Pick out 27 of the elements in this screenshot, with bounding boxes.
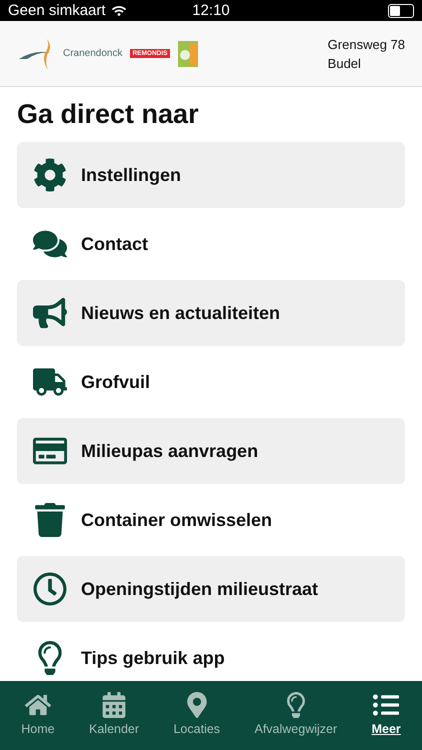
menu-item[interactable]: Tips gebruik app (17, 625, 405, 681)
clock-icon (33, 572, 67, 606)
address-street: Grensweg 78 (328, 36, 405, 52)
list-icon (373, 692, 400, 718)
settings-icon (33, 158, 67, 192)
carrier-text: Geen simkaart (8, 2, 106, 19)
wifi-icon (112, 4, 126, 18)
menu-item[interactable]: Grofvuil (17, 349, 405, 415)
calendar-icon (101, 692, 128, 718)
battery-icon (388, 4, 414, 18)
bin-icon (33, 503, 67, 537)
menu-item[interactable]: Milieupas aanvragen (17, 418, 405, 484)
tab[interactable]: Kalender (89, 692, 140, 736)
clock-time: 12:10 (192, 2, 230, 19)
logo-name: Cranendonck (63, 48, 122, 59)
menu-item[interactable]: Openingstijden milieustraat (17, 556, 405, 622)
page-title: Ga direct naar (17, 99, 200, 130)
tab[interactable]: Locaties (173, 692, 220, 736)
menu-item[interactable]: Nieuws en actualiteiten (17, 280, 405, 346)
megaphone-icon (33, 296, 67, 330)
menu-item[interactable]: Instellingen (17, 142, 405, 208)
menu-item[interactable]: Contact (17, 211, 405, 277)
menu-item[interactable]: Container omwisselen (17, 487, 405, 553)
tab[interactable]: Meer (372, 692, 401, 736)
address-city: Budel (328, 56, 362, 70)
tab[interactable]: Afvalwegwijzer (254, 692, 338, 736)
tab[interactable]: Home (21, 692, 55, 736)
